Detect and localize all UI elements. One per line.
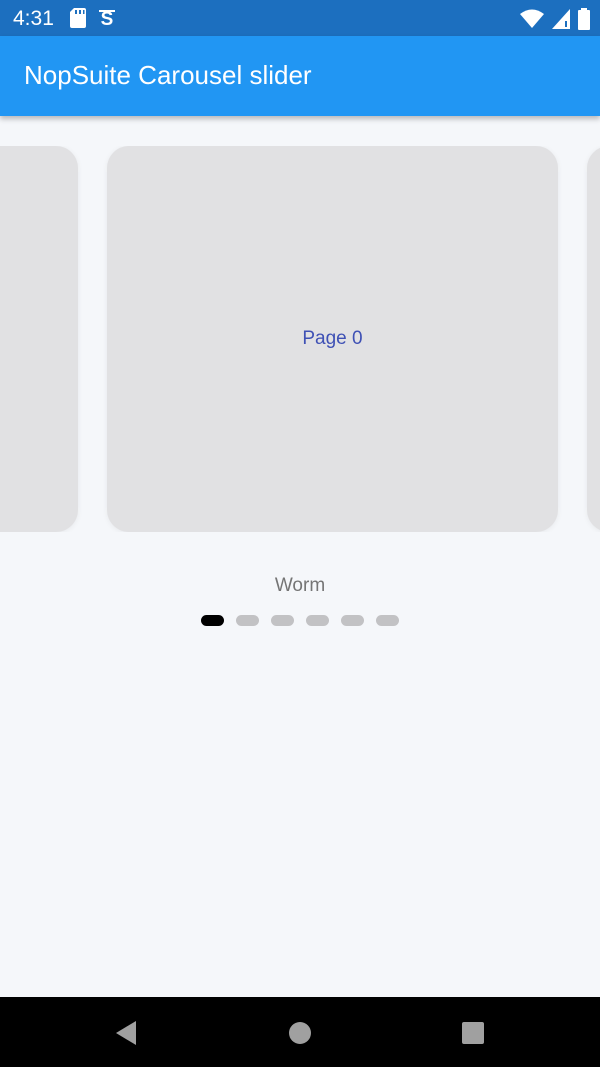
page-label: Page 0 [302,328,363,349]
carousel-card-next[interactable] [587,146,600,532]
recents-icon[interactable] [459,1019,487,1047]
home-icon[interactable] [286,1019,314,1047]
wifi-icon [520,9,544,28]
page-dot-5[interactable] [341,615,364,626]
page-indicator [201,615,399,626]
app-title: NopSuite Carousel slider [24,60,312,90]
status-left-icons: S [70,8,116,28]
system-nav-bar [0,997,600,1067]
status-right-icons [520,8,590,30]
page-dot-3[interactable] [271,615,294,626]
sync-icon: S [99,9,115,28]
page-dot-4[interactable] [306,615,329,626]
indicator-effect-label: Worm [274,575,326,596]
sd-card-icon [70,8,86,28]
back-icon[interactable] [112,1019,140,1047]
page-dot-1[interactable] [201,615,224,626]
status-bar: 4:31 S [0,0,600,36]
page-dot-6[interactable] [376,615,399,626]
cell-signal-icon [552,9,570,29]
page-dot-2[interactable] [236,615,259,626]
carousel-card-previous[interactable] [0,146,78,532]
status-time: 4:31 [13,7,54,30]
app-bar: NopSuite Carousel slider [0,36,600,116]
carousel-slider[interactable]: Page 0 [0,146,600,532]
carousel-card-current[interactable]: Page 0 [107,146,558,532]
battery-icon [578,8,590,30]
